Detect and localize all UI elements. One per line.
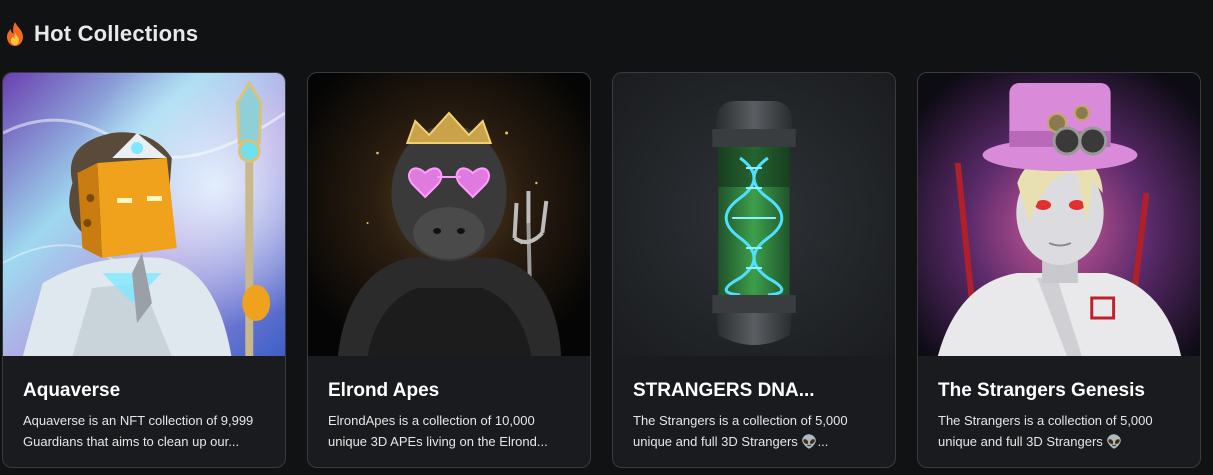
collection-image[interactable] bbox=[3, 73, 285, 356]
collection-description: Aquaverse is an NFT collection of 9,999 … bbox=[23, 413, 254, 449]
collection-card-strangers-genesis[interactable]: The Strangers Genesis The Strangers is a… bbox=[917, 72, 1201, 468]
collection-title[interactable]: Aquaverse bbox=[23, 380, 265, 402]
cube-head-guardian-icon bbox=[3, 73, 285, 356]
collection-description: The Strangers is a collection of 5,000 u… bbox=[633, 413, 848, 449]
crowned-ape-icon bbox=[308, 73, 590, 356]
section-header: Hot Collections bbox=[4, 20, 198, 48]
collection-description: The Strangers is a collection of 5,000 u… bbox=[938, 413, 1153, 449]
collection-image[interactable] bbox=[613, 73, 895, 356]
collection-image[interactable] bbox=[918, 73, 1200, 356]
hot-collections-section: Hot Collections Aquaverse Aquaverse is a… bbox=[0, 0, 1213, 475]
top-hat-stranger-icon bbox=[918, 73, 1200, 356]
collection-description: ElrondApes is a collection of 10,000 uni… bbox=[328, 413, 548, 449]
dna-capsule-icon bbox=[613, 73, 895, 356]
collection-title[interactable]: Elrond Apes bbox=[328, 380, 570, 402]
section-title: Hot Collections bbox=[34, 21, 199, 46]
collection-card-aquaverse[interactable]: Aquaverse Aquaverse is an NFT collection… bbox=[2, 72, 286, 468]
collection-image[interactable] bbox=[308, 73, 590, 356]
collection-card-strangers-dna[interactable]: STRANGERS DNA... The Strangers is a coll… bbox=[612, 72, 896, 468]
collection-title[interactable]: The Strangers Genesis bbox=[938, 380, 1180, 402]
fire-icon bbox=[4, 21, 26, 47]
collection-title[interactable]: STRANGERS DNA... bbox=[633, 380, 875, 402]
collection-cards: Aquaverse Aquaverse is an NFT collection… bbox=[2, 72, 1201, 468]
collection-card-elrond-apes[interactable]: Elrond Apes ElrondApes is a collection o… bbox=[307, 72, 591, 468]
